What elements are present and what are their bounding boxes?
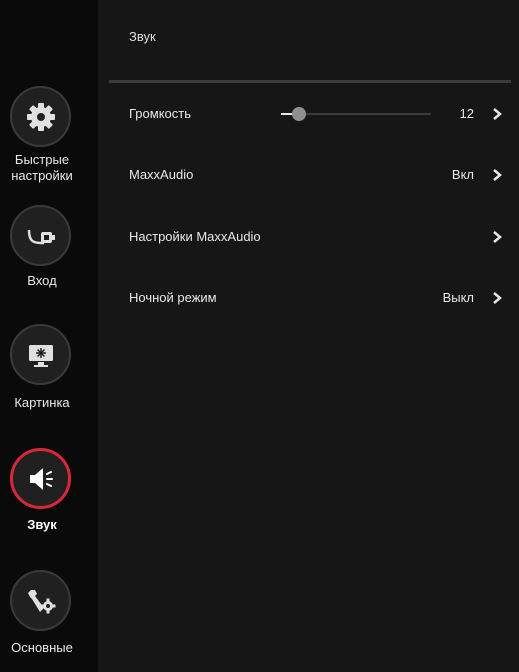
nav-sound[interactable]: Звук — [0, 448, 84, 538]
settings-panel: Звук Громкость 12 MaxxAudio Вкл Настройк… — [98, 0, 519, 672]
nav-quick-settings-circle — [10, 86, 71, 147]
nav-sound-label: Звук — [27, 517, 57, 532]
tools-gear-icon — [27, 589, 55, 613]
maxxaudio-label: MaxxAudio — [129, 167, 194, 182]
speaker-icon — [29, 467, 53, 490]
volume-slider[interactable] — [281, 107, 431, 121]
volume-value: 12 — [459, 106, 474, 121]
volume-slider-knob[interactable] — [292, 107, 306, 121]
row-night-mode[interactable]: Ночной режим Выкл — [98, 278, 519, 318]
nav-input-circle — [10, 205, 71, 266]
chevron-right-icon[interactable] — [490, 107, 504, 121]
row-maxxaudio-settings[interactable]: Настройки MaxxAudio — [98, 217, 519, 257]
chevron-right-icon[interactable] — [490, 230, 504, 244]
nav-input[interactable]: Вход — [0, 205, 84, 295]
chevron-right-icon[interactable] — [490, 291, 504, 305]
maxxaudio-settings-label: Настройки MaxxAudio — [129, 229, 261, 244]
volume-label: Громкость — [129, 106, 191, 121]
title-divider — [109, 80, 511, 83]
maxxaudio-value: Вкл — [451, 167, 474, 182]
sidebar-nav: Быстрые настройки Вход Картинка Звук Осн… — [0, 0, 98, 672]
picture-icon — [28, 344, 53, 367]
nav-quick-settings-label: Быстрые настройки — [11, 152, 73, 183]
nav-picture[interactable]: Картинка — [0, 324, 84, 414]
input-cable-icon — [27, 229, 55, 244]
nav-input-label: Вход — [27, 273, 57, 288]
nav-general-label: Основные — [11, 640, 73, 655]
nav-quick-settings[interactable]: Быстрые настройки — [0, 86, 84, 186]
chevron-right-icon[interactable] — [490, 168, 504, 182]
night-mode-value: Выкл — [442, 290, 474, 305]
nav-general[interactable]: Основные — [0, 570, 84, 660]
row-volume[interactable]: Громкость 12 — [98, 94, 519, 134]
nav-picture-circle — [10, 324, 71, 385]
nav-picture-label: Картинка — [14, 395, 70, 410]
page-title: Звук — [129, 29, 156, 44]
nav-general-circle — [10, 570, 71, 631]
row-maxxaudio[interactable]: MaxxAudio Вкл — [98, 155, 519, 195]
gear-icon — [26, 102, 55, 131]
night-mode-label: Ночной режим — [129, 290, 217, 305]
nav-sound-circle — [10, 448, 71, 509]
